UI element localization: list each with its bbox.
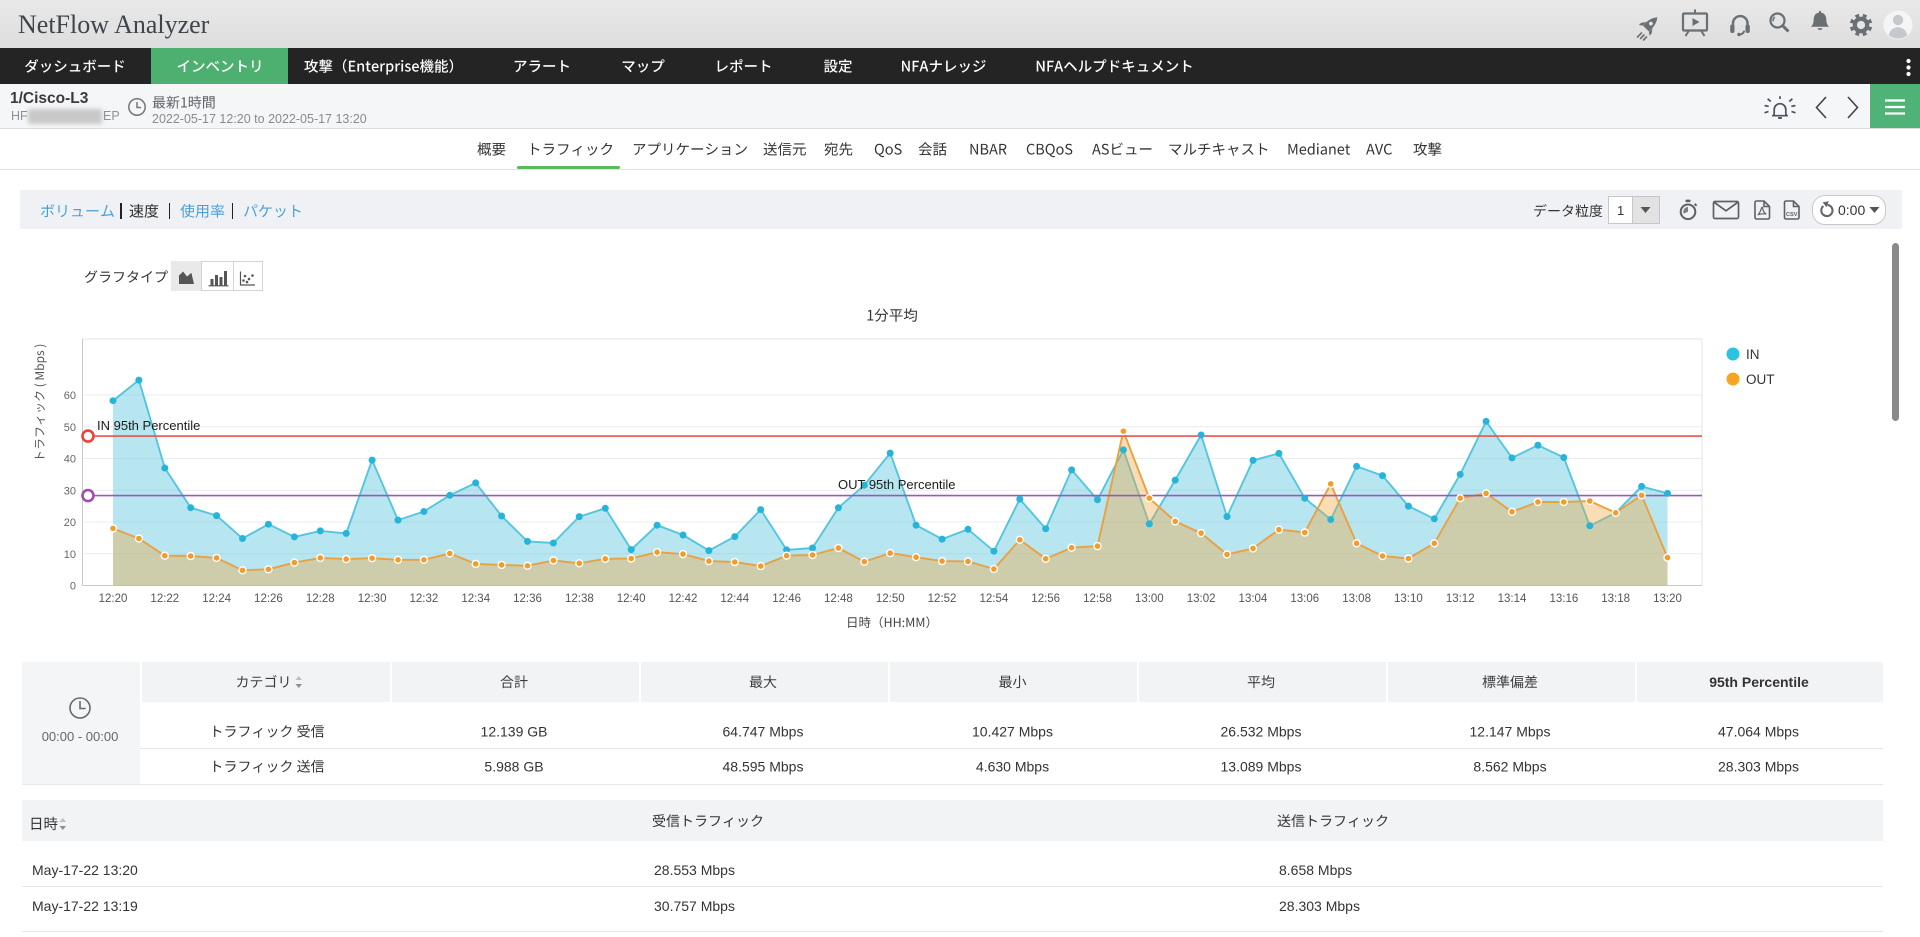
svg-text:47.064 Mbps: 47.064 Mbps [1718, 724, 1799, 740]
svg-text:13:20: 13:20 [1653, 593, 1682, 605]
svg-text:8.562 Mbps: 8.562 Mbps [1473, 759, 1546, 775]
svg-text:12:36: 12:36 [513, 593, 542, 605]
svg-text:12.147 Mbps: 12.147 Mbps [1470, 724, 1551, 740]
svg-text:12:44: 12:44 [720, 593, 749, 605]
svg-text:10: 10 [64, 549, 76, 561]
svg-text:12:46: 12:46 [772, 593, 801, 605]
svg-text:12:42: 12:42 [669, 593, 698, 605]
svg-text:8.658 Mbps: 8.658 Mbps [1279, 862, 1352, 878]
svg-text:12:58: 12:58 [1083, 593, 1112, 605]
svg-text:13:12: 13:12 [1446, 593, 1475, 605]
svg-text:40: 40 [64, 454, 76, 466]
svg-text:May-17-22 13:19: May-17-22 13:19 [32, 898, 138, 914]
svg-text:13:00: 13:00 [1135, 593, 1164, 605]
svg-text:12:22: 12:22 [150, 593, 179, 605]
svg-text:20: 20 [64, 517, 76, 529]
svg-text:12:30: 12:30 [358, 593, 387, 605]
svg-text:May-17-22 13:20: May-17-22 13:20 [32, 862, 138, 878]
svg-text:12:34: 12:34 [461, 593, 490, 605]
svg-text:12:54: 12:54 [979, 593, 1008, 605]
svg-text:OUT: OUT [1746, 372, 1775, 387]
svg-text:12:28: 12:28 [306, 593, 335, 605]
svg-text:13:08: 13:08 [1342, 593, 1371, 605]
svg-text:12:32: 12:32 [410, 593, 439, 605]
svg-text:13.089 Mbps: 13.089 Mbps [1221, 759, 1302, 775]
svg-text:30: 30 [64, 485, 76, 497]
svg-text:12:56: 12:56 [1031, 593, 1060, 605]
svg-text:13:10: 13:10 [1394, 593, 1423, 605]
svg-text:5.988 GB: 5.988 GB [484, 759, 543, 775]
svg-text:12:26: 12:26 [254, 593, 283, 605]
svg-text:28.303 Mbps: 28.303 Mbps [1718, 759, 1799, 775]
svg-text:10.427 Mbps: 10.427 Mbps [972, 724, 1053, 740]
svg-text:28.303 Mbps: 28.303 Mbps [1279, 898, 1360, 914]
svg-text:13:18: 13:18 [1601, 593, 1630, 605]
svg-text:12:52: 12:52 [928, 593, 957, 605]
svg-text:12:48: 12:48 [824, 593, 853, 605]
svg-text:12:40: 12:40 [617, 593, 646, 605]
svg-text:64.747 Mbps: 64.747 Mbps [723, 724, 804, 740]
svg-text:4.630 Mbps: 4.630 Mbps [976, 759, 1049, 775]
svg-text:12:50: 12:50 [876, 593, 905, 605]
svg-text:26.532 Mbps: 26.532 Mbps [1221, 724, 1302, 740]
svg-text:OUT 95th Percentile: OUT 95th Percentile [838, 477, 956, 492]
svg-text:IN: IN [1746, 347, 1760, 362]
svg-text:0: 0 [70, 581, 76, 593]
svg-text:12:24: 12:24 [202, 593, 231, 605]
svg-text:13:02: 13:02 [1187, 593, 1216, 605]
svg-text:30.757 Mbps: 30.757 Mbps [654, 898, 735, 914]
svg-text:12:20: 12:20 [99, 593, 128, 605]
svg-text:48.595 Mbps: 48.595 Mbps [723, 759, 804, 775]
svg-text:13:14: 13:14 [1498, 593, 1527, 605]
svg-text:50: 50 [64, 422, 76, 434]
svg-text:28.553 Mbps: 28.553 Mbps [654, 862, 735, 878]
svg-text:60: 60 [64, 390, 76, 402]
svg-text:13:16: 13:16 [1549, 593, 1578, 605]
svg-text:13:06: 13:06 [1290, 593, 1319, 605]
svg-text:12.139 GB: 12.139 GB [481, 724, 548, 740]
svg-text:13:04: 13:04 [1239, 593, 1268, 605]
svg-text:12:38: 12:38 [565, 593, 594, 605]
svg-text:IN 95th Percentile: IN 95th Percentile [97, 418, 200, 433]
